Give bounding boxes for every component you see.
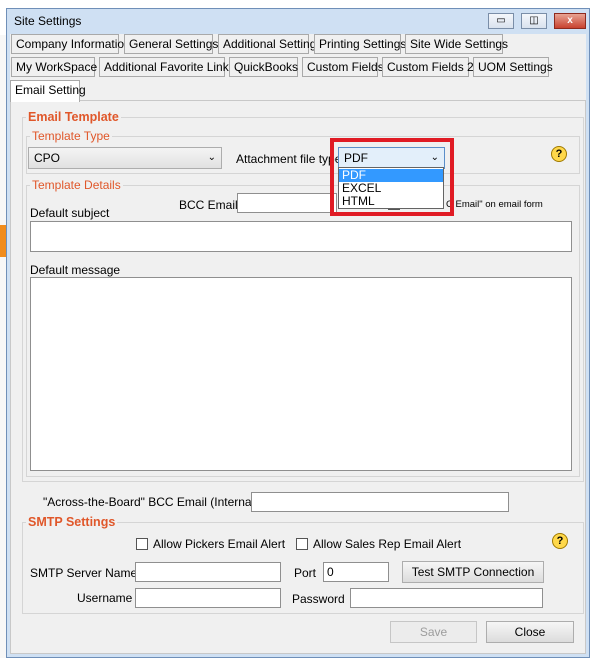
chevron-down-icon: ⌄ [207, 152, 216, 163]
default-message-textarea[interactable] [30, 277, 572, 471]
email-template-legend: Email Template [26, 110, 121, 124]
smtp-server-name-label: SMTP Server Name [30, 566, 138, 580]
tab-general-settings[interactable]: General Settings [124, 34, 218, 54]
smtp-settings-legend: SMTP Settings [26, 515, 118, 529]
across-the-board-bcc-input[interactable] [251, 492, 509, 512]
tab-additional-setting[interactable]: Additional Setting [218, 34, 316, 54]
default-subject-input[interactable] [30, 221, 572, 252]
allow-pickers-email-alert-checkbox[interactable] [136, 538, 148, 550]
tab-quickbooks[interactable]: QuickBooks [229, 57, 298, 77]
tab-custom-fields-2[interactable]: Custom Fields 2 [382, 57, 474, 77]
template-type-legend: Template Type [30, 129, 112, 143]
close-window-button[interactable]: x [554, 13, 586, 29]
allow-pickers-email-alert-label: Allow Pickers Email Alert [153, 537, 286, 551]
allow-sales-rep-email-alert-label: Allow Sales Rep Email Alert [313, 537, 462, 551]
tab-printing-settings[interactable]: Printing Settings [314, 34, 406, 54]
tab-site-wide-settings[interactable]: Site Wide Settings [405, 34, 508, 54]
help-icon[interactable]: ? [551, 146, 567, 162]
tab-additional-favorite-links[interactable]: Additional Favorite Links [99, 57, 235, 77]
template-details-legend: Template Details [30, 178, 123, 192]
username-input[interactable] [135, 588, 281, 608]
default-message-label: Default message [30, 263, 121, 277]
bcc-email-checkbox-label: C Email" on email form [446, 199, 543, 210]
bcc-email-label: BCC Email [179, 198, 238, 212]
save-button[interactable]: Save [390, 621, 477, 643]
restore-button[interactable]: ◫ [521, 13, 547, 29]
bcc-email-input[interactable] [237, 193, 337, 213]
close-button[interactable]: Close [486, 621, 574, 643]
tab-company-information[interactable]: Company Information [11, 34, 131, 54]
allow-sales-rep-email-alert-checkbox[interactable] [296, 538, 308, 550]
tab-uom-settings[interactable]: UOM Settings [473, 57, 553, 77]
test-smtp-connection-button[interactable]: Test SMTP Connection [402, 561, 544, 583]
default-subject-label: Default subject [30, 206, 110, 220]
window-title: Site Settings [14, 14, 82, 28]
across-the-board-bcc-label: "Across-the-Board" BCC Email (Internal) [43, 495, 259, 509]
minimize-button[interactable]: ▭ [488, 13, 514, 29]
tab-email-setting[interactable]: Email Setting [10, 80, 86, 102]
template-type-select[interactable]: CPO ⌄ [28, 147, 222, 169]
username-label: Username [77, 591, 133, 605]
tab-custom-fields[interactable]: Custom Fields [302, 57, 384, 77]
port-input[interactable]: 0 [323, 562, 389, 582]
template-type-value: CPO [34, 151, 61, 165]
attachment-file-type-label: Attachment file type [236, 152, 342, 166]
password-label: Password [292, 592, 345, 606]
highlight-annotation-box [330, 138, 454, 216]
help-icon[interactable]: ? [552, 533, 568, 549]
password-input[interactable] [350, 588, 543, 608]
port-label: Port [294, 566, 317, 580]
smtp-server-name-input[interactable] [135, 562, 281, 582]
tab-my-workspace[interactable]: My WorkSpace [11, 57, 97, 77]
